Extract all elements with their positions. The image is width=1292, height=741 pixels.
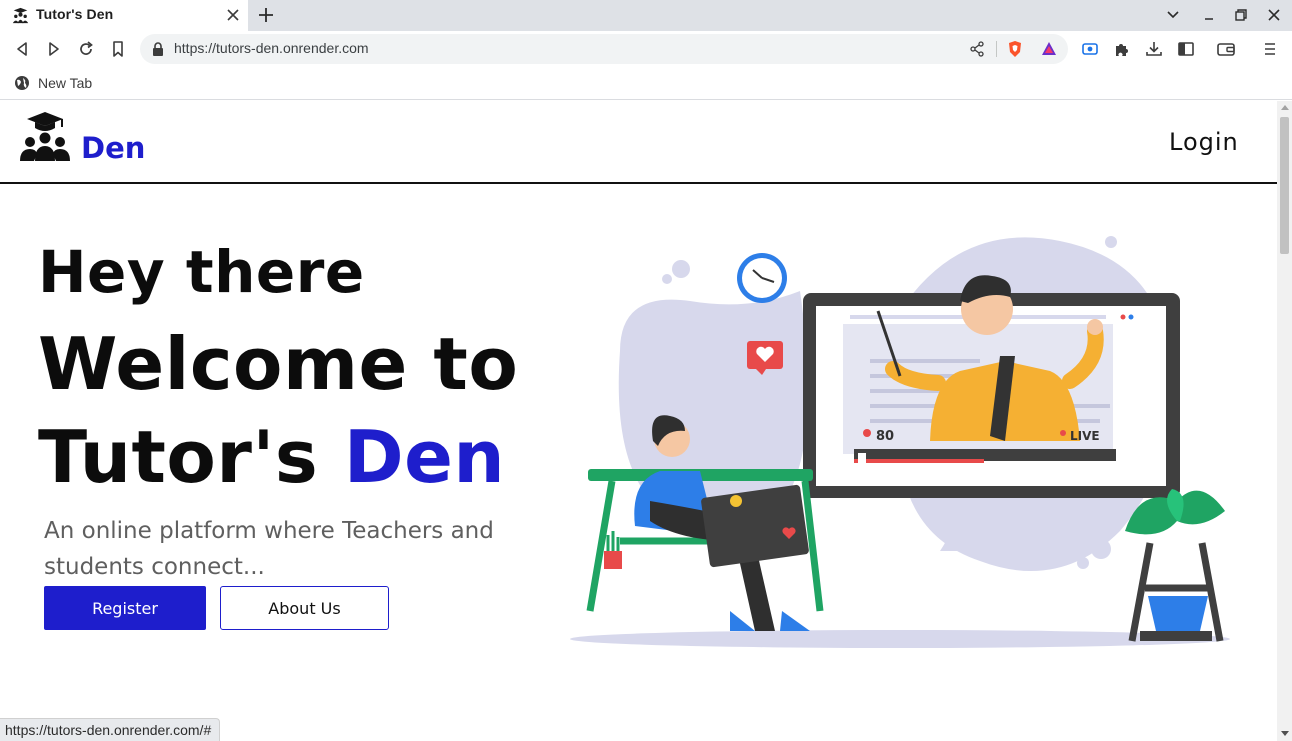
graduation-group-icon xyxy=(12,7,29,24)
bookmark-icon[interactable] xyxy=(108,39,128,59)
bookmark-new-tab[interactable]: New Tab xyxy=(14,73,92,93)
login-link[interactable]: Login xyxy=(1169,128,1239,156)
lock-icon[interactable] xyxy=(152,42,164,56)
share-icon[interactable] xyxy=(968,40,986,58)
about-us-button[interactable]: About Us xyxy=(220,586,389,630)
scroll-down-arrow-icon[interactable] xyxy=(1280,731,1289,736)
sidebar-toggle-icon[interactable] xyxy=(1176,39,1196,59)
hero-brand-prefix: Tutor's xyxy=(38,415,344,499)
brave-rewards-icon[interactable] xyxy=(1040,40,1058,58)
site-logo-text[interactable]: Den xyxy=(81,131,145,165)
globe-icon xyxy=(15,76,29,90)
wall-clock-icon xyxy=(737,253,787,303)
link-status-bubble: https://tutors-den.onrender.com/# xyxy=(0,718,221,741)
omnibox-divider xyxy=(996,41,997,57)
tab-title: Tutor's Den xyxy=(36,6,114,22)
potted-plant-icon xyxy=(1125,489,1225,642)
address-bar[interactable]: https://tutors-den.onrender.com xyxy=(140,34,1068,64)
menu-hamburger-icon[interactable] xyxy=(1260,39,1280,59)
extensions-puzzle-icon[interactable] xyxy=(1112,39,1132,59)
online-tutoring-illustration: 80 LIVE xyxy=(570,236,1230,648)
active-tab[interactable]: Tutor's Den xyxy=(0,0,248,31)
new-tab-plus-icon[interactable] xyxy=(256,5,276,25)
site-navbar: Den Login xyxy=(0,101,1277,184)
tab-strip: Tutor's Den xyxy=(0,0,1292,31)
browser-toolbar: https://tutors-den.onrender.com xyxy=(0,31,1292,67)
forward-icon[interactable] xyxy=(44,39,64,59)
back-icon[interactable] xyxy=(12,39,32,59)
tab-search-chevron-icon[interactable] xyxy=(1164,6,1182,24)
reload-icon[interactable] xyxy=(76,39,96,59)
hero-brand-line: Tutor's Den xyxy=(38,419,505,495)
close-window-icon[interactable] xyxy=(1265,6,1283,24)
scroll-up-arrow-icon[interactable] xyxy=(1280,105,1289,110)
bookmark-label: New Tab xyxy=(38,75,93,91)
bookmarks-bar: New Tab xyxy=(0,67,1292,100)
page-viewport: Den Login Hey there Welcome to Tutor's D… xyxy=(0,101,1277,741)
minimize-icon[interactable] xyxy=(1200,6,1218,24)
url-text[interactable]: https://tutors-den.onrender.com xyxy=(174,40,369,56)
register-button[interactable]: Register xyxy=(44,586,206,630)
hero-brand-accent: Den xyxy=(343,415,506,499)
brave-shields-icon[interactable] xyxy=(1006,40,1024,58)
page-scrollbar[interactable] xyxy=(1277,101,1292,741)
screen-capture-icon[interactable] xyxy=(1080,39,1100,59)
restore-icon[interactable] xyxy=(1232,6,1250,24)
hero-welcome: Welcome to xyxy=(38,322,519,406)
close-tab-icon[interactable] xyxy=(224,6,242,24)
download-icon[interactable] xyxy=(1144,39,1164,59)
viewer-count: 80 xyxy=(876,429,894,444)
hero-greeting: Hey there xyxy=(38,238,365,306)
graduation-group-logo-icon[interactable] xyxy=(19,110,71,162)
scroll-thumb[interactable] xyxy=(1280,117,1289,254)
live-label: LIVE xyxy=(1070,429,1100,443)
wallet-icon[interactable] xyxy=(1216,39,1236,59)
hero-subtitle: An online platform where Teachers and st… xyxy=(44,518,494,580)
